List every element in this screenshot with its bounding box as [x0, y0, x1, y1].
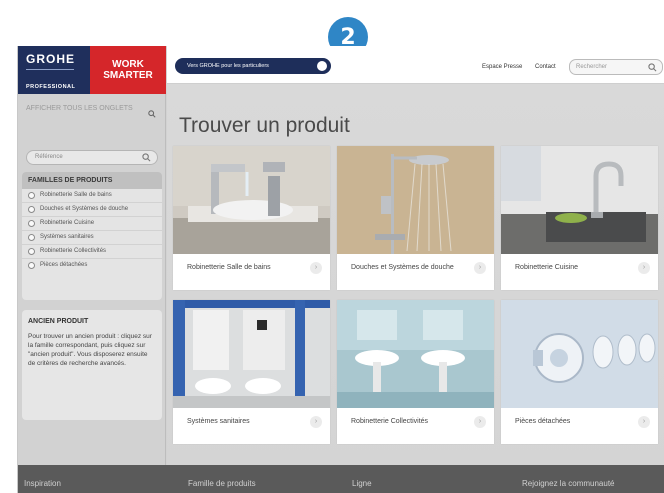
- family-label: Robinetterie Salle de bains: [40, 192, 112, 198]
- footer-link-inspiration[interactable]: Inspiration: [24, 479, 61, 488]
- spare-parts-image: [501, 300, 658, 408]
- product-card-shower[interactable]: Douches et Systèmes de douche ›: [337, 146, 494, 290]
- old-product-title: ANCIEN PRODUIT: [28, 318, 89, 325]
- tagline-line-2: SMARTER: [103, 70, 153, 81]
- old-product-text: Pour trouver un ancien produit : cliquez…: [28, 333, 152, 367]
- product-card-spare-parts[interactable]: Pièces détachées ›: [501, 300, 658, 444]
- press-link[interactable]: Espace Presse: [482, 64, 522, 70]
- radio-button[interactable]: [28, 234, 35, 241]
- product-card-bathroom[interactable]: Robinetterie Salle de bains ›: [173, 146, 330, 290]
- consumer-site-label: Vers GROHE pour les particuliers: [187, 63, 269, 69]
- footer-link-line[interactable]: Ligne: [352, 479, 372, 488]
- chevron-right-icon[interactable]: ›: [474, 416, 486, 428]
- chevron-right-icon[interactable]: ›: [638, 262, 650, 274]
- browser-viewport: GROHE PROFESSIONAL WORK SMARTER AFFICHER…: [17, 46, 664, 493]
- radio-button[interactable]: [28, 220, 35, 227]
- chevron-right-icon[interactable]: ›: [310, 262, 322, 274]
- search-icon[interactable]: [142, 153, 151, 162]
- card-label: Douches et Systèmes de douche: [351, 264, 454, 271]
- kitchen-faucet-image: [501, 146, 658, 254]
- chevron-right-icon[interactable]: ›: [638, 416, 650, 428]
- sidebar: GROHE PROFESSIONAL WORK SMARTER AFFICHER…: [18, 46, 166, 493]
- show-all-tabs-link[interactable]: AFFICHER TOUS LES ONGLETS: [26, 104, 158, 134]
- family-option[interactable]: Robinetterie Collectivités: [22, 245, 162, 259]
- top-bar: Vers GROHE pour les particuliers Espace …: [167, 46, 664, 84]
- reference-placeholder: Référence: [35, 154, 63, 160]
- card-label: Pièces détachées: [515, 418, 571, 425]
- chevron-right-icon[interactable]: ›: [474, 262, 486, 274]
- family-option[interactable]: Douches et Systèmes de douche: [22, 203, 162, 217]
- logo-brand: GROHE: [26, 52, 84, 70]
- card-label: Robinetterie Collectivités: [351, 418, 429, 425]
- radio-button[interactable]: [28, 192, 35, 199]
- radio-button[interactable]: [28, 206, 35, 213]
- logo[interactable]: GROHE PROFESSIONAL WORK SMARTER: [18, 46, 166, 94]
- show-all-tabs-label: AFFICHER TOUS LES ONGLETS: [26, 105, 133, 112]
- product-card-collective[interactable]: Robinetterie Collectivités ›: [337, 300, 494, 444]
- product-families-panel: FAMILLES DE PRODUITS Robinetterie Salle …: [22, 172, 162, 300]
- family-option[interactable]: Pièces détachées: [22, 259, 162, 272]
- radio-button[interactable]: [28, 262, 35, 269]
- search-input[interactable]: Rechercher: [569, 59, 663, 75]
- chevron-right-icon[interactable]: ›: [310, 416, 322, 428]
- logo-sub: PROFESSIONAL: [26, 84, 76, 90]
- footer-link-families[interactable]: Famille de produits: [188, 479, 256, 488]
- sanitary-systems-image: [173, 300, 330, 408]
- family-label: Douches et Systèmes de douche: [40, 206, 129, 212]
- search-placeholder: Rechercher: [576, 64, 608, 70]
- bathroom-faucet-image: [173, 146, 330, 254]
- footer-nav: Inspiration Famille de produits Ligne Re…: [18, 465, 664, 493]
- search-icon[interactable]: [648, 63, 657, 72]
- family-option[interactable]: Robinetterie Cuisine: [22, 217, 162, 231]
- family-label: Robinetterie Cuisine: [40, 220, 95, 226]
- toggle-dot-icon: [317, 61, 327, 71]
- main-content: Trouver un produit Robinetterie Salle de: [167, 84, 664, 493]
- page-title: Trouver un produit: [179, 114, 350, 137]
- family-option[interactable]: Robinetterie Salle de bains: [22, 189, 162, 203]
- product-families-title: FAMILLES DE PRODUITS: [22, 172, 162, 189]
- family-option[interactable]: Systèmes sanitaires: [22, 231, 162, 245]
- card-label: Robinetterie Salle de bains: [187, 264, 271, 271]
- family-label: Pièces détachées: [40, 262, 88, 268]
- contact-link[interactable]: Contact: [535, 64, 556, 70]
- product-card-sanitary[interactable]: Systèmes sanitaires ›: [173, 300, 330, 444]
- shower-image: [337, 146, 494, 254]
- tagline-line-1: WORK: [112, 59, 144, 70]
- card-label: Systèmes sanitaires: [187, 418, 250, 425]
- collective-washbasins-image: [337, 300, 494, 408]
- product-card-kitchen[interactable]: Robinetterie Cuisine ›: [501, 146, 658, 290]
- consumer-site-button[interactable]: Vers GROHE pour les particuliers: [175, 58, 331, 74]
- family-label: Robinetterie Collectivités: [40, 248, 107, 254]
- radio-button[interactable]: [28, 248, 35, 255]
- work-smarter-logo: WORK SMARTER: [90, 46, 166, 94]
- grohe-logo: GROHE PROFESSIONAL: [18, 46, 90, 94]
- reference-search-input[interactable]: Référence: [26, 150, 158, 165]
- search-icon: [148, 110, 156, 118]
- family-label: Systèmes sanitaires: [40, 234, 94, 240]
- footer-link-community[interactable]: Rejoignez la communauté: [522, 479, 615, 488]
- card-label: Robinetterie Cuisine: [515, 264, 579, 271]
- old-product-panel: ANCIEN PRODUIT Pour trouver un ancien pr…: [22, 310, 162, 420]
